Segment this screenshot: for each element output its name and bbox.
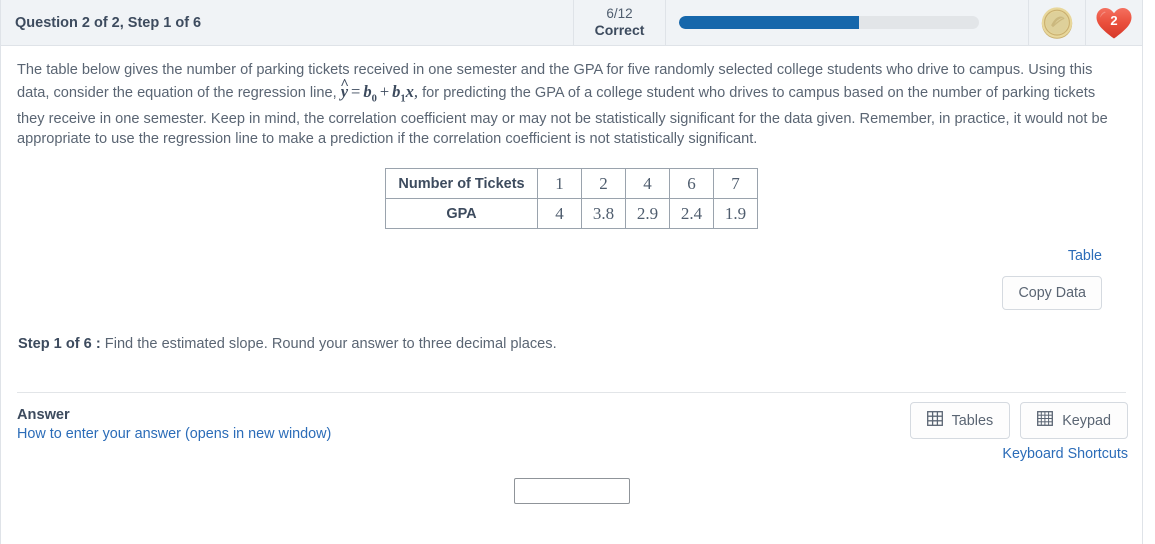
gpa-cell-2: 2.9 [625,198,670,230]
question-page: Question 2 of 2, Step 1 of 6 6/12 Correc… [0,0,1143,544]
coin-container[interactable] [1029,0,1086,45]
copy-data-button[interactable]: Copy Data [1002,276,1102,311]
equation-plus: + [379,82,390,101]
progress-bar [679,16,979,29]
hearts-count: 2 [1110,12,1118,28]
question-header: Question 2 of 2, Step 1 of 6 6/12 Correc… [1,0,1142,46]
table-row-tickets: Number of Tickets 1 2 4 6 7 [385,168,758,200]
step-instruction: Step 1 of 6 : Find the estimated slope. … [17,336,1126,352]
answer-input-row [17,478,1126,505]
tickets-cell-4: 7 [713,168,758,200]
tickets-cell-1: 2 [581,168,626,200]
tool-button-group: Tables Keypad [909,402,1128,440]
tables-button-label: Tables [951,412,994,429]
keyboard-shortcuts-link[interactable]: Keyboard Shortcuts [1002,446,1128,462]
gpa-cell-3: 2.4 [669,198,714,230]
data-table: Number of Tickets 1 2 4 6 7 GPA 4 3.8 2.… [385,168,758,230]
keyboard-shortcuts-row: Keyboard Shortcuts [910,446,1128,462]
question-title: Question 2 of 2, Step 1 of 6 [1,0,574,45]
table-link-row: Table [17,247,1126,265]
step-text: Find the estimated slope. Round your ans… [104,336,557,353]
keypad-button-label: Keypad [1062,412,1111,429]
tickets-cell-0: 1 [537,168,582,200]
progress-bar-fill [679,16,859,29]
row-label-tickets: Number of Tickets [385,168,538,200]
tickets-cell-3: 6 [669,168,714,200]
keypad-grid-icon [1037,411,1054,430]
equation-equals: = [351,82,361,101]
row-label-gpa: GPA [385,198,538,230]
coin-icon [1040,6,1074,40]
hearts-container[interactable]: 2 [1086,0,1142,45]
table-grid-icon [926,411,943,430]
step-label: Step 1 of 6 : [18,336,101,353]
equation-hat: ^ [340,77,349,93]
heart-icon: 2 [1094,5,1134,41]
equation-b0: b [363,82,372,101]
copy-data-row: Copy Data [17,276,1126,311]
tickets-cell-2: 4 [625,168,670,200]
equation-trailing: , [413,82,419,101]
question-body: The table below gives the number of park… [1,46,1142,394]
score-fraction: 6/12 [606,6,633,22]
equation-x: x [405,82,414,101]
score-label: Correct [594,21,645,38]
score-summary: 6/12 Correct [574,0,666,45]
question-text: The table below gives the number of park… [17,60,1126,149]
answer-tools: Tables Keypad Keyboard Shortcuts [909,402,1128,462]
gpa-cell-0: 4 [537,198,582,230]
answer-section: Answer How to enter your answer (opens i… [1,393,1142,505]
table-row-gpa: GPA 4 3.8 2.9 2.4 1.9 [385,198,758,230]
gpa-cell-1: 3.8 [581,198,626,230]
tables-button[interactable]: Tables [909,402,1011,440]
table-link[interactable]: Table [1068,248,1102,264]
answer-input[interactable] [513,478,630,505]
progress-container [666,0,1029,45]
regression-equation: ^ y = b0 + b1x, [340,77,419,104]
data-table-container: Number of Tickets 1 2 4 6 7 GPA 4 3.8 2.… [17,168,1126,230]
keypad-button[interactable]: Keypad [1020,402,1128,440]
gpa-cell-4: 1.9 [713,198,758,230]
